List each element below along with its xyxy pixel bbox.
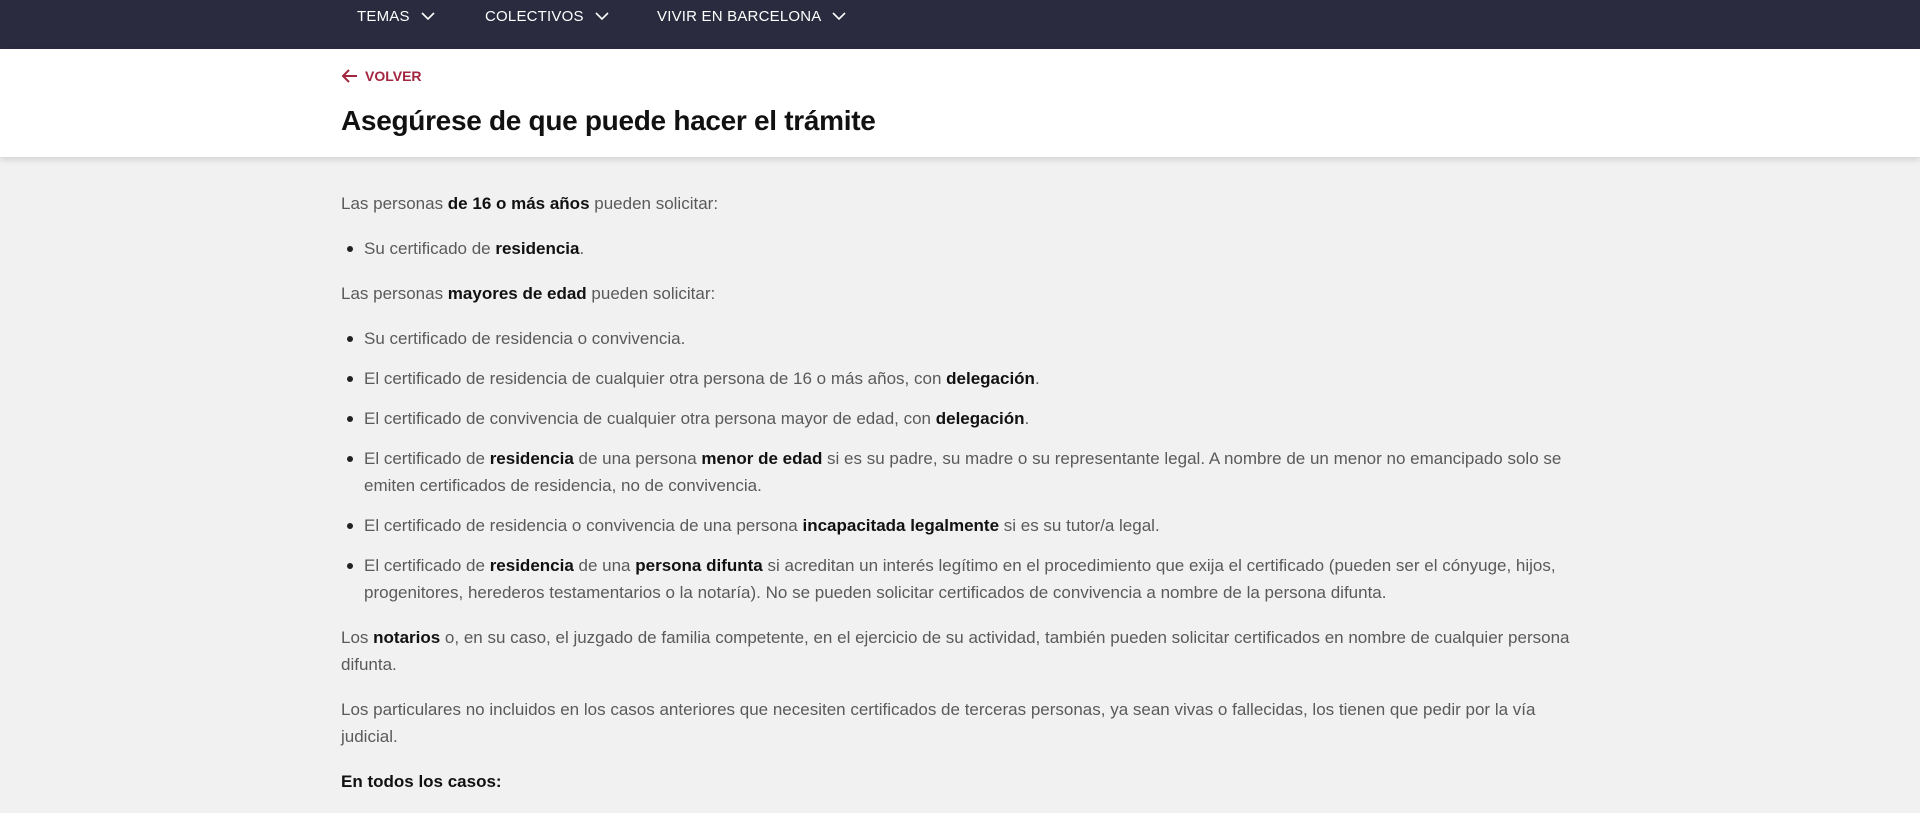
paragraph-16-or-older: Las personas de 16 o más años pueden sol… — [341, 194, 719, 213]
back-label: VOLVER — [365, 68, 422, 84]
nav-item-label: TEMAS — [357, 7, 410, 25]
chevron-down-icon — [831, 8, 847, 24]
page-title: Asegúrese de que puede hacer el trámite — [341, 105, 876, 136]
top-navigation: TEMAS COLECTIVOS VIVIR EN BARCELONA — [0, 0, 1920, 49]
main-content: Las personas de 16 o más años pueden sol… — [341, 190, 1581, 813]
list-adults: Su certificado de residencia o convivenc… — [341, 325, 1581, 606]
nav-item-colectivos[interactable]: COLECTIVOS — [485, 0, 610, 32]
arrow-left-icon — [341, 68, 359, 84]
paragraph-notaries: Los notarios o, en su caso, el juzgado d… — [341, 628, 1570, 674]
paragraph-third-parties: Los particulares no incluidos en los cas… — [341, 700, 1536, 746]
all-cases-heading: En todos los casos: — [341, 772, 502, 791]
chevron-down-icon — [420, 8, 436, 24]
list-item: El certificado de residencia de cualquie… — [341, 365, 1581, 392]
list-item: El certificado de residencia de una pers… — [341, 552, 1581, 606]
list-16-or-older: Su certificado de residencia. — [341, 235, 1581, 262]
nav-item-label: COLECTIVOS — [485, 7, 584, 25]
list-item: El certificado de residencia o convivenc… — [341, 512, 1581, 539]
nav-item-label: VIVIR EN BARCELONA — [657, 7, 822, 25]
list-item: El certificado de residencia de una pers… — [341, 445, 1581, 499]
paragraph-adults: Las personas mayores de edad pueden soli… — [341, 284, 716, 303]
list-item: El certificado de convivencia de cualqui… — [341, 405, 1581, 432]
nav-item-temas[interactable]: TEMAS — [357, 0, 436, 32]
list-item: Su certificado de residencia. — [341, 235, 1581, 262]
list-item: Su certificado de residencia o convivenc… — [341, 325, 1581, 352]
nav-item-vivir-en-barcelona[interactable]: VIVIR EN BARCELONA — [657, 0, 847, 32]
chevron-down-icon — [594, 8, 610, 24]
page-header: VOLVER Asegúrese de que puede hacer el t… — [0, 49, 1920, 157]
back-link[interactable]: VOLVER — [341, 68, 422, 84]
